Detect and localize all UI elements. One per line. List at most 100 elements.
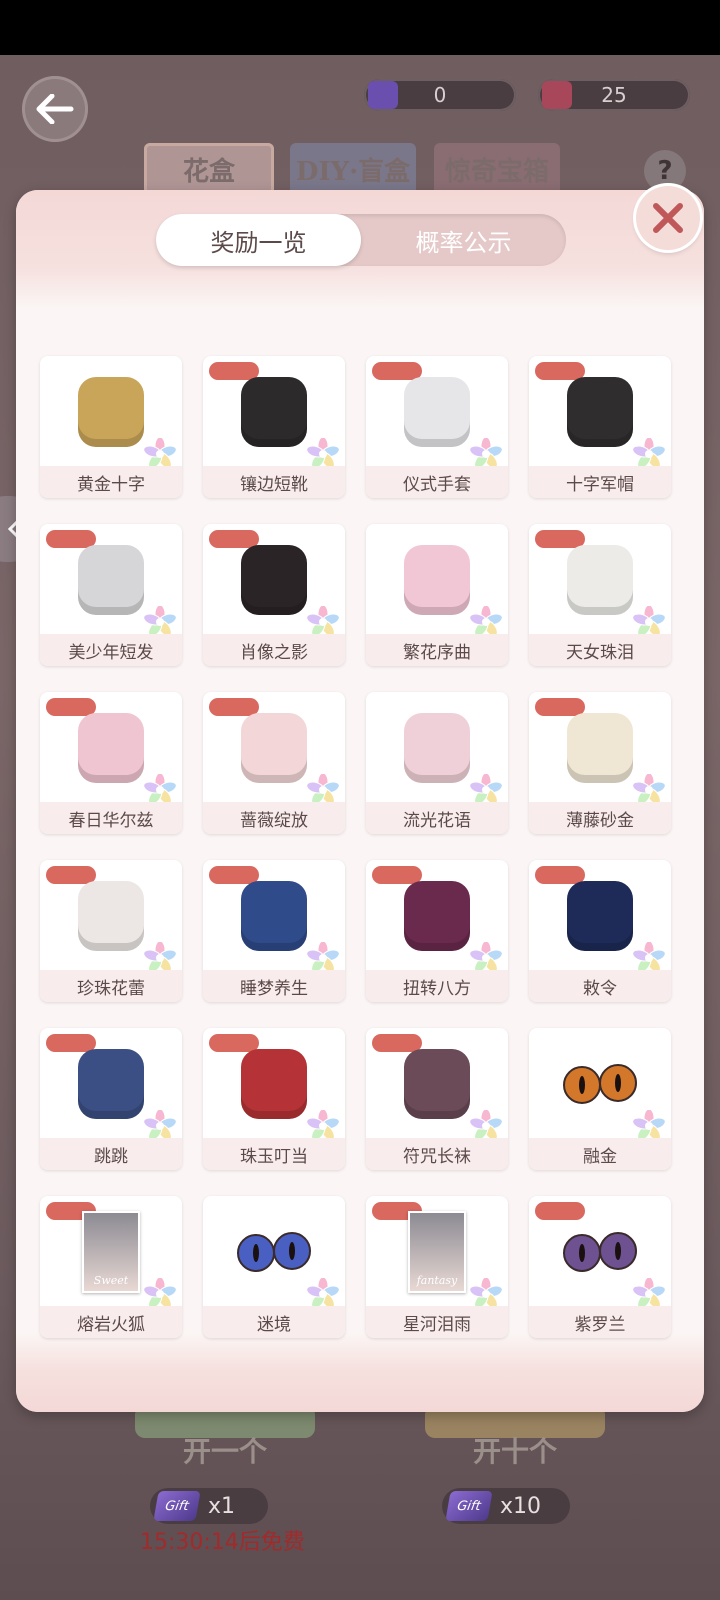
reward-item-label: 融金	[529, 1138, 671, 1170]
reward-item-card[interactable]: 融金	[529, 1028, 671, 1170]
ticket-currency: 0	[364, 79, 516, 111]
reward-item-card[interactable]: 镶边短靴	[203, 356, 345, 498]
reward-item-label: 熔岩火狐	[40, 1306, 182, 1338]
tab-surprise-chest-label: 惊奇宝箱	[444, 156, 549, 187]
reward-item-label: 十字军帽	[529, 466, 671, 498]
tab-reward-list[interactable]: 奖励一览	[156, 214, 361, 266]
reward-item-card[interactable]: Sweet 熔岩火狐	[40, 1196, 182, 1338]
gift-ticket-icon: Gift	[445, 1491, 493, 1521]
reward-item-card[interactable]: 珠玉叮当	[203, 1028, 345, 1170]
close-button[interactable]	[636, 186, 700, 250]
item-thumbnail	[567, 545, 633, 615]
status-bar	[0, 0, 720, 55]
help-icon: ?	[657, 156, 673, 186]
gift-ticket-text: Gift	[163, 1498, 190, 1514]
reward-item-card[interactable]: 美少年短发	[40, 524, 182, 666]
reward-item-label: 流光花语	[366, 802, 508, 834]
item-thumbnail	[567, 881, 633, 951]
reward-item-label: 敕令	[529, 970, 671, 1002]
reward-item-card[interactable]: 珍珠花蕾	[40, 860, 182, 1002]
item-thumbnail	[241, 377, 307, 447]
item-thumbnail	[78, 377, 144, 447]
reward-item-label: 符咒长袜	[366, 1138, 508, 1170]
open-one-label: 开一个	[182, 1435, 267, 1468]
arrow-left-icon	[36, 94, 74, 124]
back-button[interactable]	[22, 76, 88, 142]
portrait-image: fantasy	[408, 1211, 466, 1293]
reward-item-label: 扭转八方	[366, 970, 508, 1002]
gem-currency-value: 25	[601, 83, 627, 107]
reward-item-card[interactable]: 跳跳	[40, 1028, 182, 1170]
tab-flower-box[interactable]: 花盒	[144, 143, 274, 195]
tab-surprise-chest[interactable]: 惊奇宝箱	[434, 143, 560, 195]
item-thumbnail	[78, 881, 144, 951]
reward-item-label: 镶边短靴	[203, 466, 345, 498]
reward-item-label: 春日华尔兹	[40, 802, 182, 834]
tab-reward-list-label: 奖励一览	[210, 228, 307, 257]
purple-ticket-icon	[368, 81, 398, 109]
reward-item-label: 薄藤砂金	[529, 802, 671, 834]
tab-probability[interactable]: 概率公示	[361, 214, 566, 266]
ticket-count-ten-value: x10	[500, 1493, 542, 1519]
close-icon	[653, 203, 683, 233]
reward-item-card[interactable]: 仪式手套	[366, 356, 508, 498]
item-thumbnail	[404, 545, 470, 615]
item-thumbnail	[567, 713, 633, 783]
tab-flower-box-label: 花盒	[182, 156, 235, 187]
tab-diy-blind-box[interactable]: DIY·盲盒	[290, 143, 416, 195]
open-ten-label: 开十个	[472, 1435, 557, 1468]
reward-item-card[interactable]: 黄金十字	[40, 356, 182, 498]
ticket-count-ten: Gift x10	[442, 1488, 570, 1524]
reward-item-label: 星河泪雨	[366, 1306, 508, 1338]
item-thumbnail	[78, 713, 144, 783]
reward-item-card[interactable]: 扭转八方	[366, 860, 508, 1002]
reward-item-card[interactable]: 符咒长袜	[366, 1028, 508, 1170]
reward-item-card[interactable]: fantasy 星河泪雨	[366, 1196, 508, 1338]
reward-item-card[interactable]: 春日华尔兹	[40, 692, 182, 834]
item-thumbnail	[404, 377, 470, 447]
open-ten-button[interactable]: 开十个	[425, 1390, 605, 1480]
reward-item-card[interactable]: 迷境	[203, 1196, 345, 1338]
reward-item-card[interactable]: 十字军帽	[529, 356, 671, 498]
reward-item-card[interactable]: 敕令	[529, 860, 671, 1002]
ticket-count-one: Gift x1	[150, 1488, 268, 1524]
reward-item-card[interactable]: 繁花序曲	[366, 524, 508, 666]
tab-diy-blind-box-label: DIY·盲盒	[295, 156, 411, 187]
item-thumbnail	[241, 881, 307, 951]
reward-item-card[interactable]: 天女珠泪	[529, 524, 671, 666]
reward-item-label: 迷境	[203, 1306, 345, 1338]
reward-item-label: 睡梦养生	[203, 970, 345, 1002]
ticket-currency-value: 0	[433, 83, 447, 107]
reward-item-label: 仪式手套	[366, 466, 508, 498]
reward-item-label: 繁花序曲	[366, 634, 508, 666]
reward-item-card[interactable]: 薄藤砂金	[529, 692, 671, 834]
modal-tab-switcher: 奖励一览 概率公示	[156, 214, 566, 266]
reward-item-card[interactable]: 蔷薇绽放	[203, 692, 345, 834]
reward-item-card[interactable]: 流光花语	[366, 692, 508, 834]
item-thumbnail	[404, 713, 470, 783]
open-one-button[interactable]: 开一个	[135, 1390, 315, 1480]
reward-item-card[interactable]: 肖像之影	[203, 524, 345, 666]
free-timer: 15:30:14后免费	[140, 1530, 305, 1555]
item-thumbnail	[404, 1049, 470, 1119]
ticket-count-one-value: x1	[208, 1493, 236, 1519]
reward-item-card[interactable]: 紫罗兰	[529, 1196, 671, 1338]
item-thumbnail	[241, 1049, 307, 1119]
reward-item-card[interactable]: 睡梦养生	[203, 860, 345, 1002]
reward-item-label: 珠玉叮当	[203, 1138, 345, 1170]
item-thumbnail	[78, 1049, 144, 1119]
reward-item-label: 肖像之影	[203, 634, 345, 666]
item-thumbnail	[567, 377, 633, 447]
portrait-image: Sweet	[82, 1211, 140, 1293]
item-thumbnail	[404, 881, 470, 951]
item-thumbnail	[78, 545, 144, 615]
modal-footer-decoration	[16, 1332, 704, 1412]
reward-item-label: 美少年短发	[40, 634, 182, 666]
gift-ticket-text: Gift	[455, 1498, 482, 1514]
reward-item-label: 珍珠花蕾	[40, 970, 182, 1002]
gift-ticket-icon: Gift	[153, 1491, 201, 1521]
reward-item-label: 蔷薇绽放	[203, 802, 345, 834]
gem-currency: 25	[538, 79, 690, 111]
reward-item-label: 黄金十字	[40, 466, 182, 498]
tab-probability-label: 概率公示	[415, 228, 512, 257]
